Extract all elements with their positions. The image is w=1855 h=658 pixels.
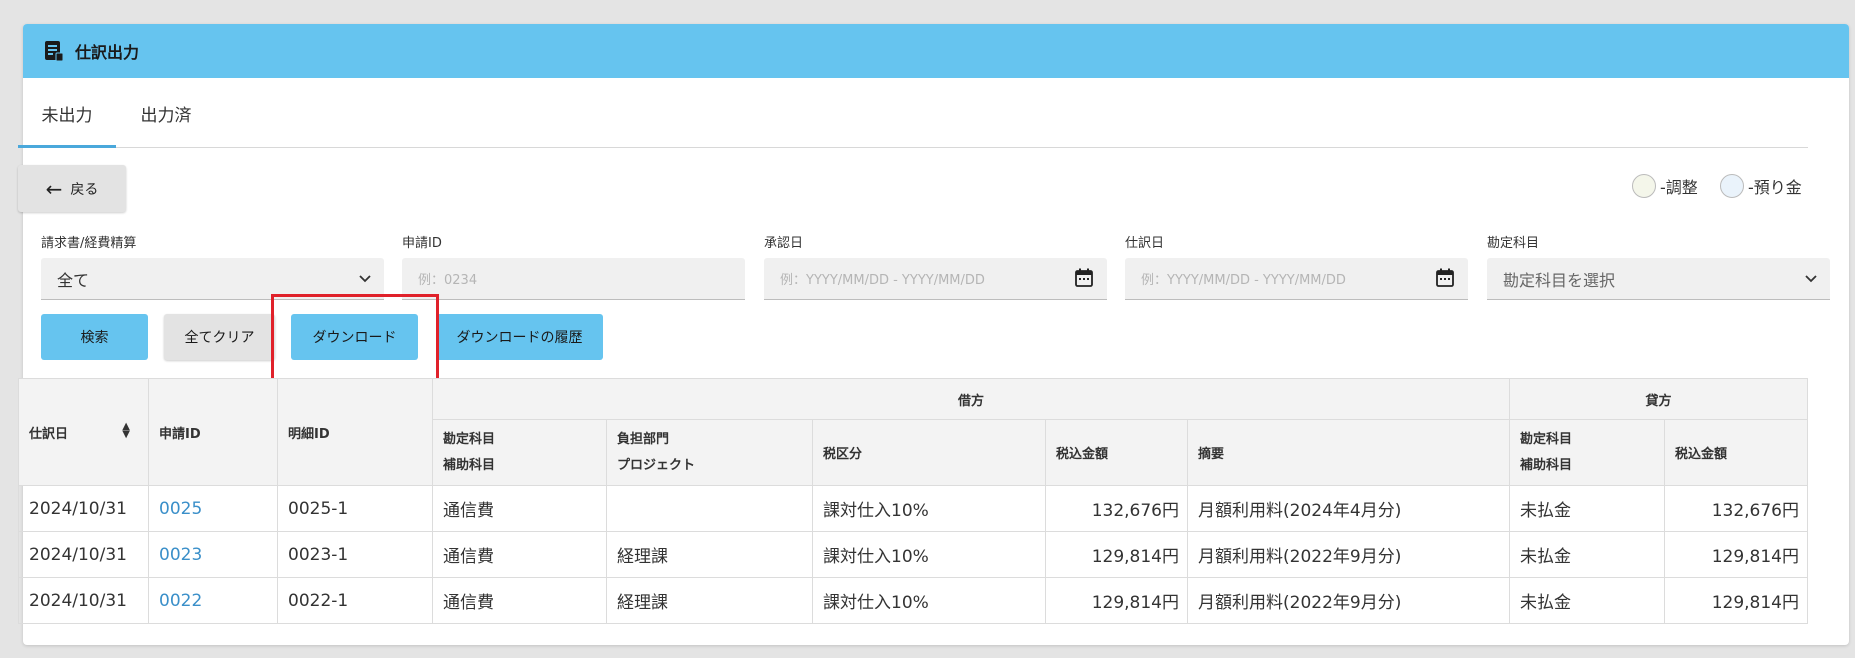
cell-credit-amount: 129,814円 xyxy=(1664,531,1808,578)
header-department-project: 負担部門 プロジェクト xyxy=(606,419,813,486)
account-select-placeholder: 勘定科目を選択 xyxy=(1503,270,1616,290)
calendar-icon[interactable] xyxy=(1075,268,1093,287)
legend-adjustment: -調整 xyxy=(1632,174,1698,198)
application-id-label: 申請ID xyxy=(402,236,442,251)
adjustment-color-swatch xyxy=(1632,174,1656,198)
sort-icon[interactable]: ▲ ▼ xyxy=(122,421,130,439)
cell-debit-account: 通信費 xyxy=(432,577,607,624)
cell-credit-amount: 132,676円 xyxy=(1664,485,1808,532)
cell-department: 経理課 xyxy=(606,577,813,624)
tab-unexported[interactable]: 未出力 xyxy=(18,84,116,148)
cell-credit-account: 未払金 xyxy=(1509,531,1665,578)
header-detail-id: 明細ID xyxy=(277,378,433,486)
cell-description: 月額利用料(2022年9月分) xyxy=(1187,531,1510,578)
header-journal-date[interactable]: 仕訳日 ▲ ▼ xyxy=(18,378,149,486)
header-credit-account: 勘定科目 補助科目 xyxy=(1509,419,1665,486)
cell-application-id: 0023 xyxy=(148,531,278,578)
header-credit-amount: 税込金額 xyxy=(1664,419,1808,486)
clear-all-button[interactable]: 全てクリア xyxy=(164,314,275,360)
cell-tax-category: 課対仕入10% xyxy=(812,485,1046,532)
cell-tax-category: 課対仕入10% xyxy=(812,531,1046,578)
table-row: 2024/10/31 0022 0022-1 通信費 経理課 課対仕入10% 1… xyxy=(18,577,1808,624)
cell-journal-date: 2024/10/31 xyxy=(18,485,149,532)
page: 仕訳出力 未出力 出力済 ← 戻る -調整 -預り金 請求書/経費精算 全て 申… xyxy=(0,0,1855,658)
header-description: 摘要 xyxy=(1187,419,1510,486)
cell-debit-amount: 129,814円 xyxy=(1045,531,1188,578)
search-button[interactable]: 検索 xyxy=(41,314,148,360)
cell-detail-id: 0023-1 xyxy=(277,531,433,578)
chevron-down-icon xyxy=(1805,275,1817,283)
account-select[interactable]: 勘定科目を選択 xyxy=(1487,258,1830,300)
cell-debit-amount: 132,676円 xyxy=(1045,485,1188,532)
approval-date-input[interactable]: 例：YYYY/MM/DD - YYYY/MM/DD xyxy=(764,258,1107,300)
cell-application-id: 0025 xyxy=(148,485,278,532)
application-id-input[interactable]: 例：0234 xyxy=(402,258,745,300)
cell-journal-date: 2024/10/31 xyxy=(18,577,149,624)
arrow-left-icon: ← xyxy=(45,176,63,201)
cell-description: 月額利用料(2024年4月分) xyxy=(1187,485,1510,532)
journal-date-placeholder: 例：YYYY/MM/DD - YYYY/MM/DD xyxy=(1141,273,1346,288)
cell-description: 月額利用料(2022年9月分) xyxy=(1187,577,1510,624)
type-filter-label: 請求書/経費精算 xyxy=(41,236,137,251)
cell-debit-account: 通信費 xyxy=(432,531,607,578)
table-row: 2024/10/31 0025 0025-1 通信費 課対仕入10% 132,6… xyxy=(18,485,1808,532)
cell-detail-id: 0025-1 xyxy=(277,485,433,532)
page-title: 仕訳出力 xyxy=(75,43,140,62)
cell-application-id: 0022 xyxy=(148,577,278,624)
header-application-id: 申請ID xyxy=(148,378,278,486)
tab-exported[interactable]: 出力済 xyxy=(116,84,216,148)
header-tax-category: 税区分 xyxy=(812,419,1046,486)
header-credit-group: 貸方 xyxy=(1509,378,1808,420)
cell-credit-account: 未払金 xyxy=(1509,577,1665,624)
type-select-value: 全て xyxy=(57,270,90,290)
card-header: 仕訳出力 xyxy=(23,24,1849,78)
deposit-color-swatch xyxy=(1720,174,1744,198)
approval-date-label: 承認日 xyxy=(764,236,804,251)
cell-tax-category: 課対仕入10% xyxy=(812,577,1046,624)
header-debit-account: 勘定科目 補助科目 xyxy=(432,419,607,486)
cell-credit-account: 未払金 xyxy=(1509,485,1665,532)
table-row: 2024/10/31 0023 0023-1 通信費 経理課 課対仕入10% 1… xyxy=(18,531,1808,578)
download-button[interactable]: ダウンロード xyxy=(291,314,418,360)
download-history-button[interactable]: ダウンロードの履歴 xyxy=(436,314,603,360)
cell-detail-id: 0022-1 xyxy=(277,577,433,624)
legend-deposit: -預り金 xyxy=(1720,174,1802,198)
back-button[interactable]: ← 戻る xyxy=(18,165,126,212)
document-list-icon xyxy=(45,41,64,62)
header-debit-group: 借方 xyxy=(432,378,1510,420)
type-select[interactable]: 全て xyxy=(41,258,384,300)
journal-date-label: 仕訳日 xyxy=(1125,236,1165,251)
approval-date-placeholder: 例：YYYY/MM/DD - YYYY/MM/DD xyxy=(780,273,985,288)
journal-table: 仕訳日 ▲ ▼ 申請ID 明細ID 借方 貸方 勘定科目 補助科目 負担部門 プロジェ… xyxy=(18,378,1808,624)
tab-bar: 未出力 出力済 xyxy=(18,84,1808,148)
application-id-link[interactable]: 0023 xyxy=(159,545,202,565)
cell-department xyxy=(606,485,813,532)
cell-journal-date: 2024/10/31 xyxy=(18,531,149,578)
legend-adjustment-label: -調整 xyxy=(1660,178,1698,197)
application-id-placeholder: 例：0234 xyxy=(418,273,478,288)
back-button-label: 戻る xyxy=(70,181,99,198)
cell-debit-account: 通信費 xyxy=(432,485,607,532)
journal-date-input[interactable]: 例：YYYY/MM/DD - YYYY/MM/DD xyxy=(1125,258,1468,300)
header-debit-amount: 税込金額 xyxy=(1045,419,1188,486)
chevron-down-icon xyxy=(359,275,371,283)
account-label: 勘定科目 xyxy=(1487,236,1540,251)
cell-department: 経理課 xyxy=(606,531,813,578)
application-id-link[interactable]: 0022 xyxy=(159,591,202,611)
calendar-icon[interactable] xyxy=(1436,268,1454,287)
cell-credit-amount: 129,814円 xyxy=(1664,577,1808,624)
cell-debit-amount: 129,814円 xyxy=(1045,577,1188,624)
application-id-link[interactable]: 0025 xyxy=(159,499,202,519)
legend-deposit-label: -預り金 xyxy=(1748,178,1802,197)
